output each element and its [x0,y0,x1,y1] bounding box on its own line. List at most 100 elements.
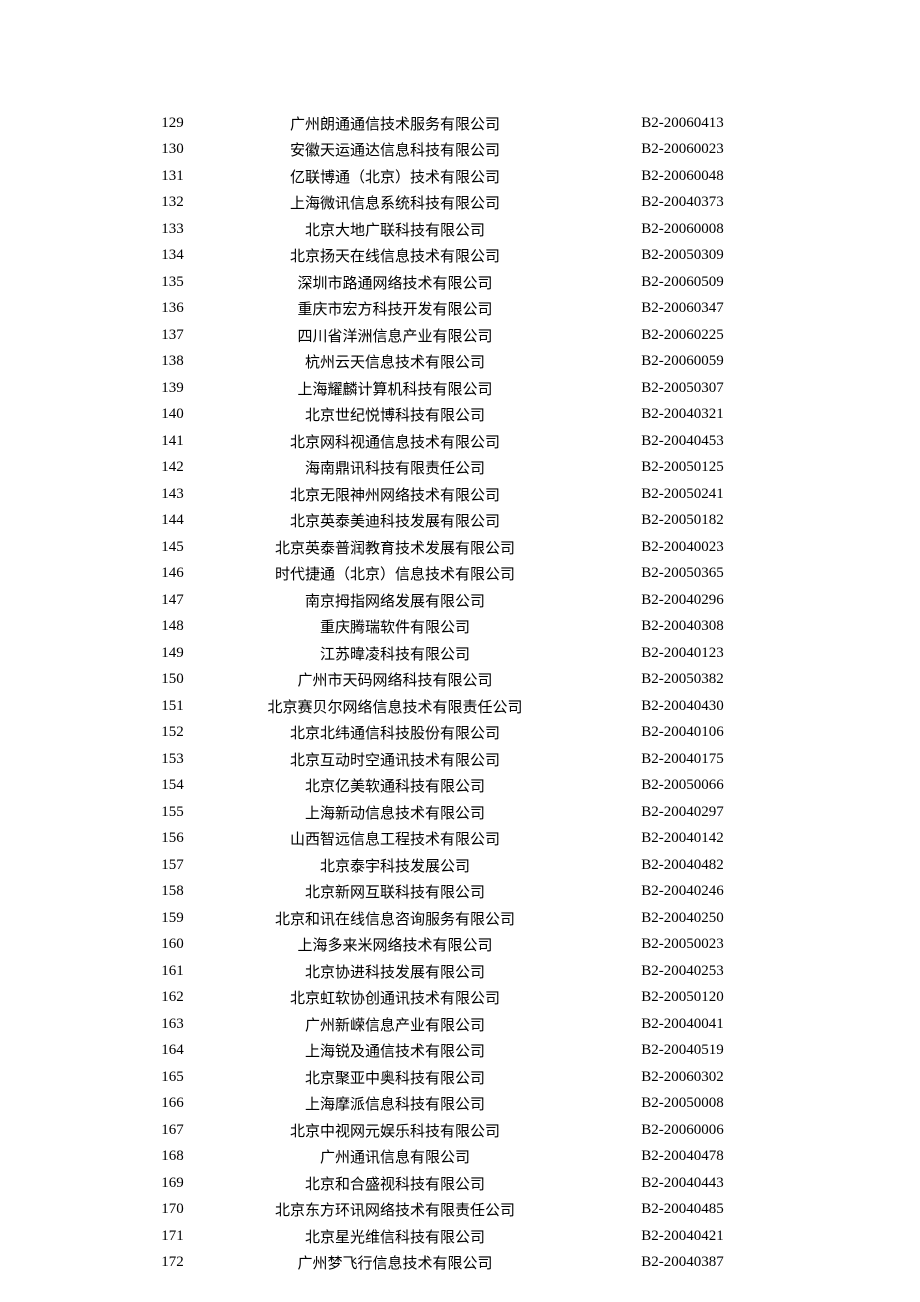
license-code: B2-20060347 [575,300,790,317]
row-number: 147 [130,592,215,609]
row-number: 144 [130,512,215,529]
table-row: 155上海新动信息技术有限公司B2-20040297 [130,799,790,826]
license-code: B2-20060059 [575,353,790,370]
table-row: 167北京中视网元娱乐科技有限公司B2-20060006 [130,1117,790,1144]
table-row: 151北京赛贝尔网络信息技术有限责任公司B2-20040430 [130,693,790,720]
company-name: 广州新嵘信息产业有限公司 [215,1014,575,1035]
license-code: B2-20040106 [575,724,790,741]
table-row: 130安徽天运通达信息科技有限公司B2-20060023 [130,137,790,164]
row-number: 129 [130,115,215,132]
license-code: B2-20050382 [575,671,790,688]
license-code: B2-20040041 [575,1016,790,1033]
company-name: 上海新动信息技术有限公司 [215,802,575,823]
table-row: 142海南鼎讯科技有限责任公司B2-20050125 [130,455,790,482]
company-name: 北京新网互联科技有限公司 [215,881,575,902]
table-row: 144北京英泰美迪科技发展有限公司B2-20050182 [130,508,790,535]
license-code: B2-20050066 [575,777,790,794]
company-name: 北京世纪悦博科技有限公司 [215,404,575,425]
license-code: B2-20040421 [575,1228,790,1245]
company-name: 杭州云天信息技术有限公司 [215,351,575,372]
table-row: 169北京和合盛视科技有限公司B2-20040443 [130,1170,790,1197]
row-number: 151 [130,698,215,715]
table-row: 170北京东方环讯网络技术有限责任公司B2-20040485 [130,1197,790,1224]
row-number: 130 [130,141,215,158]
row-number: 139 [130,380,215,397]
table-row: 145北京英泰普润教育技术发展有限公司B2-20040023 [130,534,790,561]
table-row: 132上海微讯信息系统科技有限公司B2-20040373 [130,190,790,217]
license-code: B2-20040023 [575,539,790,556]
company-name: 北京星光维信科技有限公司 [215,1226,575,1247]
company-name: 广州梦飞行信息技术有限公司 [215,1252,575,1273]
license-code: B2-20050120 [575,989,790,1006]
row-number: 155 [130,804,215,821]
row-number: 160 [130,936,215,953]
license-code: B2-20040430 [575,698,790,715]
row-number: 163 [130,1016,215,1033]
row-number: 161 [130,963,215,980]
row-number: 169 [130,1175,215,1192]
company-name: 广州通讯信息有限公司 [215,1146,575,1167]
row-number: 152 [130,724,215,741]
license-code: B2-20040485 [575,1201,790,1218]
row-number: 156 [130,830,215,847]
table-row: 154北京亿美软通科技有限公司B2-20050066 [130,773,790,800]
company-name: 北京协进科技发展有限公司 [215,961,575,982]
table-row: 137四川省洋洲信息产业有限公司B2-20060225 [130,322,790,349]
row-number: 141 [130,433,215,450]
row-number: 166 [130,1095,215,1112]
table-row: 138杭州云天信息技术有限公司B2-20060059 [130,349,790,376]
table-row: 159北京和讯在线信息咨询服务有限公司B2-20040250 [130,905,790,932]
table-row: 136重庆市宏方科技开发有限公司B2-20060347 [130,296,790,323]
table-row: 149江苏暐凌科技有限公司B2-20040123 [130,640,790,667]
table-row: 168广州通讯信息有限公司B2-20040478 [130,1144,790,1171]
license-code: B2-20040453 [575,433,790,450]
company-name: 北京大地广联科技有限公司 [215,219,575,240]
table-row: 171北京星光维信科技有限公司B2-20040421 [130,1223,790,1250]
table-row: 166上海摩派信息科技有限公司B2-20050008 [130,1091,790,1118]
row-number: 167 [130,1122,215,1139]
company-name: 江苏暐凌科技有限公司 [215,643,575,664]
row-number: 154 [130,777,215,794]
row-number: 143 [130,486,215,503]
license-code: B2-20050309 [575,247,790,264]
row-number: 145 [130,539,215,556]
table-row: 139上海耀麟计算机科技有限公司B2-20050307 [130,375,790,402]
row-number: 149 [130,645,215,662]
company-name: 北京和讯在线信息咨询服务有限公司 [215,908,575,929]
company-name: 北京互动时空通讯技术有限公司 [215,749,575,770]
company-name: 上海微讯信息系统科技有限公司 [215,192,575,213]
company-name: 北京中视网元娱乐科技有限公司 [215,1120,575,1141]
table-row: 152北京北纬通信科技股份有限公司B2-20040106 [130,720,790,747]
company-name: 上海摩派信息科技有限公司 [215,1093,575,1114]
company-name: 北京英泰普润教育技术发展有限公司 [215,537,575,558]
table-row: 134北京扬天在线信息技术有限公司B2-20050309 [130,243,790,270]
row-number: 148 [130,618,215,635]
company-name: 北京和合盛视科技有限公司 [215,1173,575,1194]
company-name: 南京拇指网络发展有限公司 [215,590,575,611]
table-row: 135深圳市路通网络技术有限公司B2-20060509 [130,269,790,296]
company-name: 上海锐及通信技术有限公司 [215,1040,575,1061]
company-name: 广州朗通通信技术服务有限公司 [215,113,575,134]
table-row: 143北京无限神州网络技术有限公司B2-20050241 [130,481,790,508]
license-code: B2-20060225 [575,327,790,344]
company-name: 北京无限神州网络技术有限公司 [215,484,575,505]
license-code: B2-20040308 [575,618,790,635]
license-code: B2-20040142 [575,830,790,847]
row-number: 140 [130,406,215,423]
license-code: B2-20040478 [575,1148,790,1165]
license-code: B2-20050241 [575,486,790,503]
table-row: 160上海多来米网络技术有限公司B2-20050023 [130,932,790,959]
row-number: 158 [130,883,215,900]
license-code: B2-20040519 [575,1042,790,1059]
company-name: 北京英泰美迪科技发展有限公司 [215,510,575,531]
row-number: 153 [130,751,215,768]
table-row: 153北京互动时空通讯技术有限公司B2-20040175 [130,746,790,773]
row-number: 164 [130,1042,215,1059]
row-number: 172 [130,1254,215,1271]
row-number: 135 [130,274,215,291]
license-code: B2-20060302 [575,1069,790,1086]
company-name: 北京扬天在线信息技术有限公司 [215,245,575,266]
company-name: 北京聚亚中奥科技有限公司 [215,1067,575,1088]
row-number: 136 [130,300,215,317]
table-row: 162北京虹软协创通讯技术有限公司B2-20050120 [130,985,790,1012]
